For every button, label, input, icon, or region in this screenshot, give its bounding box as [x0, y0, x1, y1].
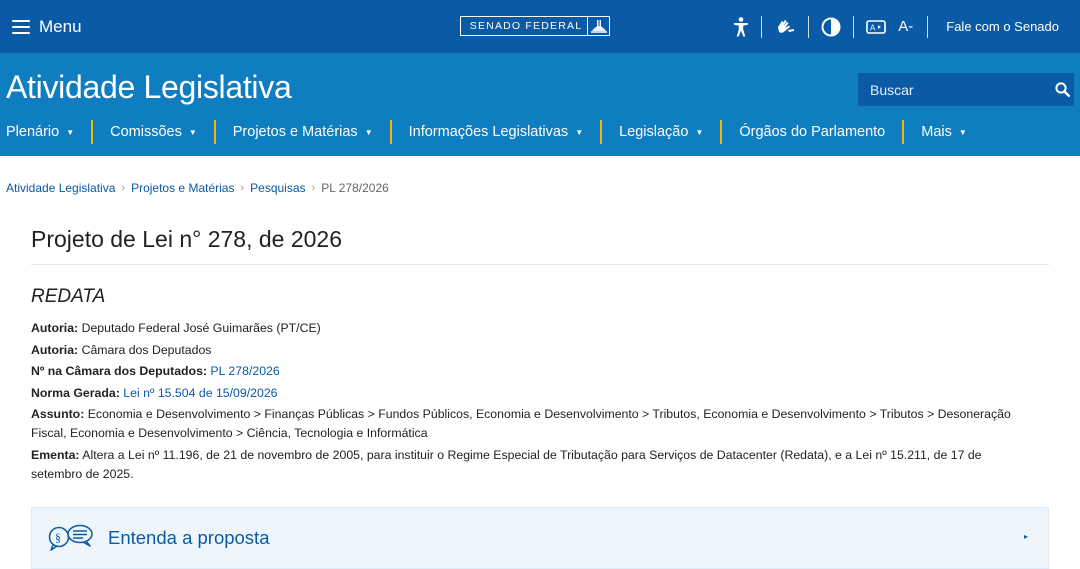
top-bar: Menu SENADO FEDERAL A A- Fale com o Sena…	[0, 0, 1080, 53]
chevron-right-icon: ›	[121, 182, 126, 194]
entenda-proposta-accordion[interactable]: § Entenda a proposta ▸	[31, 507, 1049, 569]
ementa-value: Altera a Lei nº 11.196, de 21 de novembr…	[31, 447, 982, 481]
breadcrumb: Atividade Legislativa › Projetos e Matér…	[6, 181, 389, 195]
speech-bubbles-icon: §	[48, 524, 98, 552]
autoria-row: Autoria: Deputado Federal José Guimarães…	[31, 321, 321, 335]
camara-number-link[interactable]: PL 278/2026	[210, 364, 279, 378]
hamburger-icon	[12, 19, 30, 34]
nav-item-legislacao[interactable]: Legislação ▼	[602, 124, 720, 140]
nav-item-orgaos-parlamento[interactable]: Órgãos do Parlamento	[722, 124, 902, 140]
chevron-down-icon: ▼	[695, 127, 704, 137]
chevron-down-icon: ▼	[188, 127, 197, 137]
bill-details: Autoria: Deputado Federal José Guimarães…	[31, 319, 1031, 486]
menu-label: Menu	[39, 16, 82, 36]
assunto-value: Economia e Desenvolvimento > Finanças Pú…	[31, 407, 1011, 440]
nav-item-comissoes[interactable]: Comissões ▼	[93, 124, 214, 140]
font-size-icon[interactable]: A-	[892, 0, 927, 53]
main-nav: Plenário ▼ Comissões ▼ Projetos e Matérias…	[0, 120, 984, 144]
sign-language-icon[interactable]	[762, 0, 808, 53]
site-header: Atividade Legislativa Plenário▼ Comissõe…	[0, 53, 1080, 156]
chevron-down-icon: ▼	[364, 127, 373, 137]
breadcrumb-atividade-legislativa[interactable]: Atividade Legislativa	[6, 181, 115, 195]
breadcrumb-current: PL 278/2026	[321, 181, 389, 195]
title-divider	[31, 264, 1049, 265]
chevron-down-icon: ▼	[66, 127, 75, 137]
breadcrumb-projetos-materias[interactable]: Projetos e Matérias	[131, 181, 234, 195]
chevron-down-icon: ▼	[958, 127, 967, 137]
norma-gerada-row: Norma Gerada: Lei nº 15.504 de 15/09/202…	[31, 385, 278, 400]
breadcrumb-pesquisas[interactable]: Pesquisas	[250, 181, 305, 195]
accessibility-toolbar: A A- Fale com o Senado	[721, 0, 1080, 53]
camara-number-row: Nº na Câmara dos Deputados: PL 278/2026	[31, 364, 280, 378]
svg-text:§: §	[55, 531, 61, 545]
search-button[interactable]	[1051, 73, 1074, 106]
bill-nickname: REDATA	[31, 286, 106, 307]
contact-senate-link[interactable]: Fale com o Senado	[928, 0, 1080, 53]
autoria-value: Câmara dos Deputados	[81, 342, 212, 357]
search-icon	[1055, 82, 1070, 97]
norma-gerada-link[interactable]: Lei nº 15.504 de 15/09/2026	[123, 386, 277, 400]
page-title: Projeto de Lei n° 278, de 2026	[31, 226, 342, 252]
nav-item-plenario[interactable]: Plenário ▼	[0, 124, 91, 140]
chevron-down-icon: ▼	[575, 127, 584, 137]
search-box	[858, 73, 1074, 106]
assunto-row: Assunto: Economia e Desenvolvimento > Fi…	[31, 407, 1011, 440]
senado-federal-logo[interactable]: SENADO FEDERAL	[460, 16, 610, 36]
entenda-proposta-label: Entenda a proposta	[108, 527, 270, 548]
autoria-row: Autoria: Câmara dos Deputados	[31, 342, 212, 357]
ementa-row: Ementa: Altera a Lei nº 11.196, de 21 de…	[31, 447, 982, 481]
search-input[interactable]	[858, 73, 1051, 106]
caret-right-icon: ▸	[1023, 532, 1028, 541]
contrast-icon[interactable]	[809, 0, 853, 53]
chevron-right-icon: ›	[311, 182, 316, 194]
menu-button[interactable]: Menu	[0, 17, 82, 37]
nav-item-projetos-materias[interactable]: Projetos e Matérias ▼	[216, 124, 390, 140]
libras-icon[interactable]: A	[854, 0, 892, 53]
congress-dome-icon	[587, 17, 609, 35]
accessibility-icon[interactable]	[721, 0, 761, 53]
svg-text:A: A	[870, 23, 876, 32]
chevron-right-icon: ›	[240, 182, 245, 194]
site-title[interactable]: Atividade Legislativa	[6, 69, 292, 106]
autoria-value: Deputado Federal José Guimarães (PT/CE)	[81, 321, 321, 335]
nav-item-mais[interactable]: Mais ▼	[904, 124, 984, 140]
nav-item-informacoes-legislativas[interactable]: Informações Legislativas ▼	[392, 124, 601, 140]
logo-text: SENADO FEDERAL	[469, 20, 583, 32]
